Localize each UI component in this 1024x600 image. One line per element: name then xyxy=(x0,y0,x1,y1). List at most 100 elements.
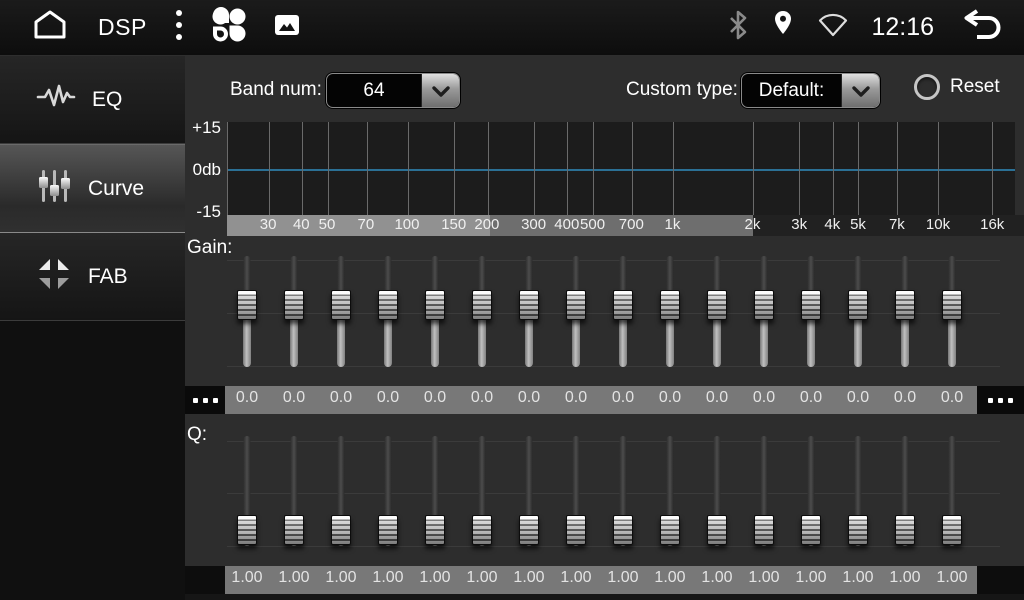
gridline xyxy=(858,122,859,215)
q-slider-thumb[interactable] xyxy=(566,515,586,545)
q-slider[interactable] xyxy=(611,436,635,546)
q-slider[interactable] xyxy=(846,436,870,546)
gain-slider-thumb[interactable] xyxy=(801,290,821,320)
gain-slider[interactable] xyxy=(799,256,823,367)
gridline xyxy=(367,122,368,215)
q-slider-thumb[interactable] xyxy=(801,515,821,545)
gain-slider-thumb[interactable] xyxy=(707,290,727,320)
q-slider-thumb[interactable] xyxy=(660,515,680,545)
bluetooth-icon[interactable] xyxy=(727,9,749,46)
q-slider[interactable] xyxy=(282,436,306,546)
q-slider[interactable] xyxy=(376,436,400,546)
gridline xyxy=(799,122,800,215)
q-value: 1.00 xyxy=(795,569,826,587)
gain-slider[interactable] xyxy=(893,256,917,367)
gain-slider[interactable] xyxy=(376,256,400,367)
gain-value: 0.0 xyxy=(471,389,493,407)
q-slider[interactable] xyxy=(329,436,353,546)
gain-scroll-left-button[interactable] xyxy=(185,386,225,414)
gain-slider-thumb[interactable] xyxy=(472,290,492,320)
gain-slider-thumb[interactable] xyxy=(848,290,868,320)
q-slider-thumb[interactable] xyxy=(707,515,727,545)
gridline xyxy=(938,122,939,215)
gain-slider-thumb[interactable] xyxy=(331,290,351,320)
gain-slider-thumb[interactable] xyxy=(378,290,398,320)
q-slider-thumb[interactable] xyxy=(848,515,868,545)
overflow-menu-icon[interactable] xyxy=(173,8,185,47)
gain-slider-thumb[interactable] xyxy=(754,290,774,320)
reset-button[interactable]: Reset xyxy=(914,74,1000,100)
q-slider-thumb[interactable] xyxy=(519,515,539,545)
q-slider[interactable] xyxy=(893,436,917,546)
gain-slider[interactable] xyxy=(658,256,682,367)
gain-slider-thumb[interactable] xyxy=(284,290,304,320)
q-slider[interactable] xyxy=(564,436,588,546)
q-slider-thumb[interactable] xyxy=(378,515,398,545)
gain-slider-thumb[interactable] xyxy=(425,290,445,320)
q-slider-thumb[interactable] xyxy=(331,515,351,545)
q-slider-thumb[interactable] xyxy=(895,515,915,545)
q-slider-thumb[interactable] xyxy=(425,515,445,545)
chevron-down-icon[interactable] xyxy=(841,74,879,107)
band-num-dropdown[interactable]: 64 xyxy=(326,73,460,108)
gridline xyxy=(753,122,754,215)
y-tick-minus15: -15 xyxy=(185,202,221,222)
y-tick-plus15: +15 xyxy=(185,118,221,138)
gain-slider-thumb[interactable] xyxy=(519,290,539,320)
sidebar-item-curve[interactable]: Curve xyxy=(0,144,185,233)
freq-axis-band[interactable]: 304050701001502003004005007001k2k3k4k5k7… xyxy=(227,215,1024,236)
q-row-right-spacer xyxy=(977,566,1024,594)
location-icon[interactable] xyxy=(771,9,795,46)
gain-slider[interactable] xyxy=(282,256,306,367)
q-slider[interactable] xyxy=(517,436,541,546)
q-slider[interactable] xyxy=(705,436,729,546)
sidebar-item-fab[interactable]: FAB xyxy=(0,233,185,321)
gain-slider-thumb[interactable] xyxy=(942,290,962,320)
gain-scroll-right-button[interactable] xyxy=(977,386,1024,414)
gridline xyxy=(673,122,674,215)
gridline xyxy=(302,122,303,215)
q-slider[interactable] xyxy=(423,436,447,546)
gain-slider[interactable] xyxy=(611,256,635,367)
gain-slider[interactable] xyxy=(517,256,541,367)
q-slider-thumb[interactable] xyxy=(237,515,257,545)
bottom-strip xyxy=(185,594,1024,600)
gain-slider-thumb[interactable] xyxy=(566,290,586,320)
sidebar-item-eq[interactable]: EQ xyxy=(0,56,185,144)
gridline xyxy=(488,122,489,215)
custom-type-dropdown[interactable]: Default: xyxy=(741,73,880,108)
q-slider-thumb[interactable] xyxy=(942,515,962,545)
apps-clover-icon[interactable] xyxy=(211,7,247,48)
band-num-label: Band num: xyxy=(230,79,322,101)
home-icon[interactable] xyxy=(28,9,72,46)
gain-slider[interactable] xyxy=(846,256,870,367)
gain-slider[interactable] xyxy=(705,256,729,367)
gain-slider[interactable] xyxy=(423,256,447,367)
q-slider[interactable] xyxy=(752,436,776,546)
q-slider[interactable] xyxy=(470,436,494,546)
gain-slider[interactable] xyxy=(752,256,776,367)
q-slider[interactable] xyxy=(940,436,964,546)
q-slider-thumb[interactable] xyxy=(284,515,304,545)
q-slider-thumb[interactable] xyxy=(472,515,492,545)
gain-slider[interactable] xyxy=(235,256,259,367)
gain-slider-thumb[interactable] xyxy=(660,290,680,320)
chevron-down-icon[interactable] xyxy=(421,74,459,107)
q-slider-thumb[interactable] xyxy=(613,515,633,545)
gallery-icon[interactable] xyxy=(273,11,301,44)
q-slider[interactable] xyxy=(658,436,682,546)
gain-slider-thumb[interactable] xyxy=(613,290,633,320)
q-slider[interactable] xyxy=(799,436,823,546)
gain-slider[interactable] xyxy=(564,256,588,367)
reset-radio-icon[interactable] xyxy=(914,74,940,100)
gain-slider-thumb[interactable] xyxy=(237,290,257,320)
wifi-icon[interactable] xyxy=(817,12,849,43)
freq-tick-label: 700 xyxy=(619,216,644,233)
gain-slider[interactable] xyxy=(940,256,964,367)
gain-slider[interactable] xyxy=(470,256,494,367)
q-slider-thumb[interactable] xyxy=(754,515,774,545)
gain-slider-thumb[interactable] xyxy=(895,290,915,320)
back-icon[interactable] xyxy=(956,7,1002,48)
gain-slider[interactable] xyxy=(329,256,353,367)
q-slider[interactable] xyxy=(235,436,259,546)
